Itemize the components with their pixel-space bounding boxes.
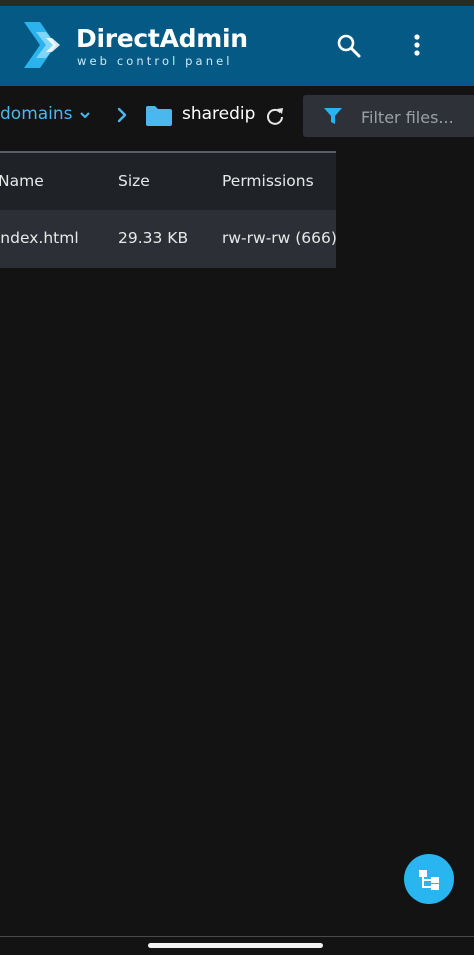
table-row[interactable]: index.html 29.33 KB rw-rw-rw (666) xyxy=(0,210,337,268)
file-name[interactable]: index.html xyxy=(0,229,79,247)
column-header-permissions[interactable]: Permissions xyxy=(222,172,314,190)
table-header: Name Size Permissions xyxy=(0,153,336,210)
filter-input[interactable] xyxy=(359,95,474,139)
column-header-name[interactable]: Name xyxy=(0,172,44,190)
brand-name: DirectAdmin xyxy=(76,24,248,53)
column-header-size[interactable]: Size xyxy=(118,172,150,190)
file-size: 29.33 KB xyxy=(118,229,189,247)
chevron-down-icon[interactable] xyxy=(78,108,92,122)
sitemap-icon xyxy=(419,870,439,890)
breadcrumb-current: sharedip xyxy=(182,104,256,124)
breadcrumb: domains sharedip xyxy=(0,86,474,146)
search-icon[interactable] xyxy=(335,32,363,60)
filter-box xyxy=(303,95,474,139)
app-header: DirectAdmin web control panel xyxy=(0,6,474,86)
more-vert-icon[interactable] xyxy=(406,32,428,60)
logo-icon xyxy=(24,22,60,68)
divider xyxy=(0,936,474,937)
filter-icon xyxy=(324,108,342,124)
home-indicator[interactable] xyxy=(148,943,323,948)
file-table: Name Size Permissions index.html 29.33 K… xyxy=(0,151,337,268)
file-permissions: rw-rw-rw (666) xyxy=(222,229,337,247)
breadcrumb-parent[interactable]: domains xyxy=(0,104,73,124)
folder-icon xyxy=(146,106,172,126)
brand-tagline: web control panel xyxy=(77,54,233,68)
tree-view-button[interactable] xyxy=(404,854,454,904)
chevron-right-icon xyxy=(117,107,127,123)
refresh-icon[interactable] xyxy=(265,106,285,126)
